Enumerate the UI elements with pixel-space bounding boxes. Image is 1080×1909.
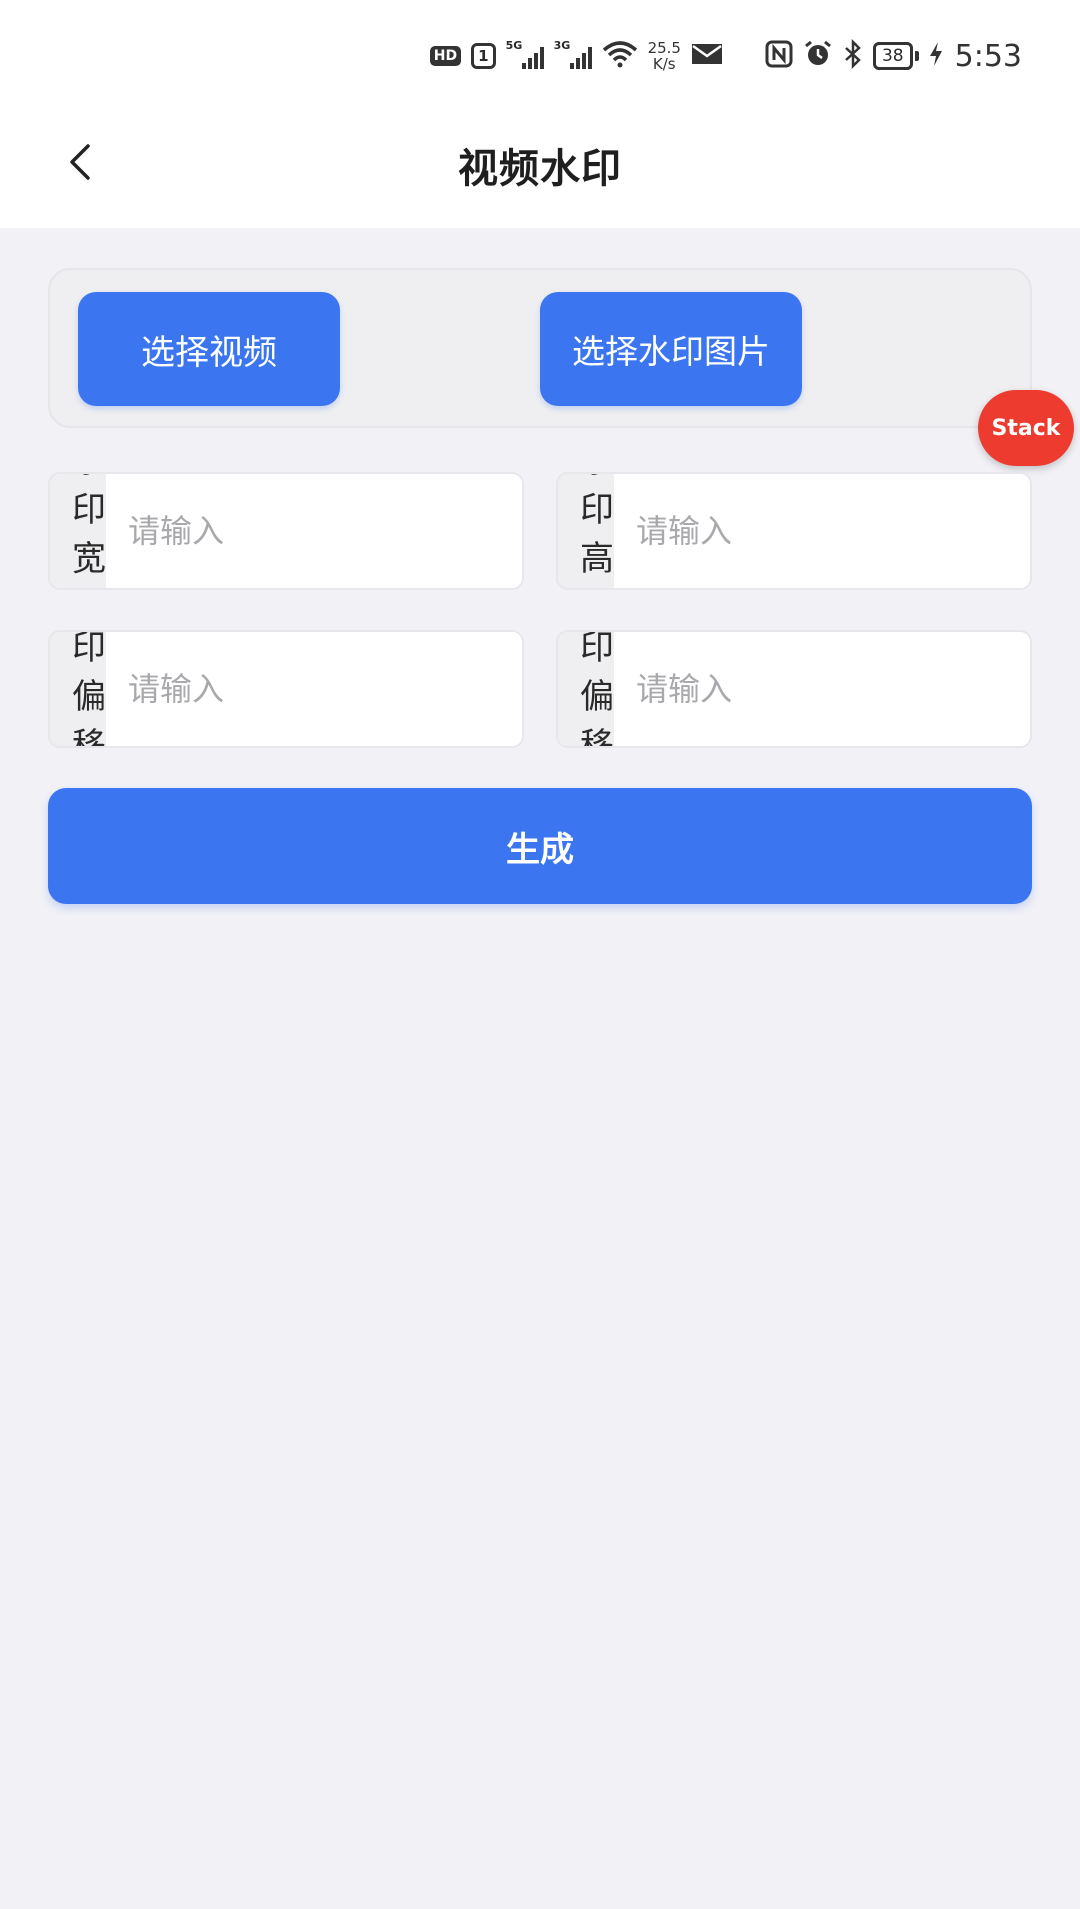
watermark-offset-y-input[interactable] bbox=[614, 632, 1030, 746]
hd-icon: HD bbox=[429, 46, 462, 66]
speed-value: 25.5 bbox=[647, 39, 681, 57]
watermark-offset-y-field: 水印偏移Y bbox=[556, 630, 1032, 748]
watermark-width-field: 水印宽度 bbox=[48, 472, 524, 590]
page-title: 视频水印 bbox=[458, 146, 622, 192]
signal-5g-icon: 5G bbox=[506, 39, 544, 69]
wifi-icon bbox=[602, 40, 638, 72]
watermark-width-input[interactable] bbox=[106, 474, 522, 588]
clock: 5:53 bbox=[954, 38, 1022, 74]
signal-3g-icon: 3G bbox=[554, 39, 592, 69]
signal-3g-label: 3G bbox=[553, 39, 571, 52]
watermark-height-label: 水印高度 bbox=[558, 474, 614, 588]
nfc-icon bbox=[765, 40, 793, 72]
speed-unit: K/s bbox=[652, 55, 676, 73]
generate-button[interactable]: 生成 bbox=[48, 788, 1032, 904]
sim-icon: 1 bbox=[471, 43, 496, 69]
bluetooth-icon bbox=[843, 38, 863, 73]
select-watermark-image-button[interactable]: 选择水印图片 bbox=[540, 292, 802, 406]
network-speed: 25.5 K/s bbox=[648, 40, 681, 72]
nav-bar: 视频水印 bbox=[0, 110, 1080, 228]
charging-icon bbox=[929, 41, 943, 71]
battery-level: 38 bbox=[872, 42, 913, 70]
signal-5g-label: 5G bbox=[505, 39, 523, 52]
select-video-button[interactable]: 选择视频 bbox=[78, 292, 340, 406]
watermark-height-input[interactable] bbox=[614, 474, 1030, 588]
watermark-offset-x-label: 水印偏移X bbox=[50, 632, 106, 746]
mail-icon bbox=[691, 42, 723, 70]
stack-floating-badge[interactable]: Stack bbox=[978, 390, 1074, 466]
watermark-offset-y-label: 水印偏移Y bbox=[558, 632, 614, 746]
alarm-icon bbox=[803, 39, 833, 73]
watermark-offset-x-input[interactable] bbox=[106, 632, 522, 746]
battery-icon: 38 bbox=[872, 42, 919, 70]
watermark-offset-x-field: 水印偏移X bbox=[48, 630, 524, 748]
select-card: 选择视频 选择水印图片 bbox=[48, 268, 1032, 428]
status-icons: HD 1 5G 3G 25.5 K/s 38 5:53 bbox=[429, 34, 1022, 78]
status-bar: HD 1 5G 3G 25.5 K/s 38 5:53 bbox=[0, 0, 1080, 110]
watermark-width-label: 水印宽度 bbox=[50, 474, 106, 588]
watermark-height-field: 水印高度 bbox=[556, 472, 1032, 590]
